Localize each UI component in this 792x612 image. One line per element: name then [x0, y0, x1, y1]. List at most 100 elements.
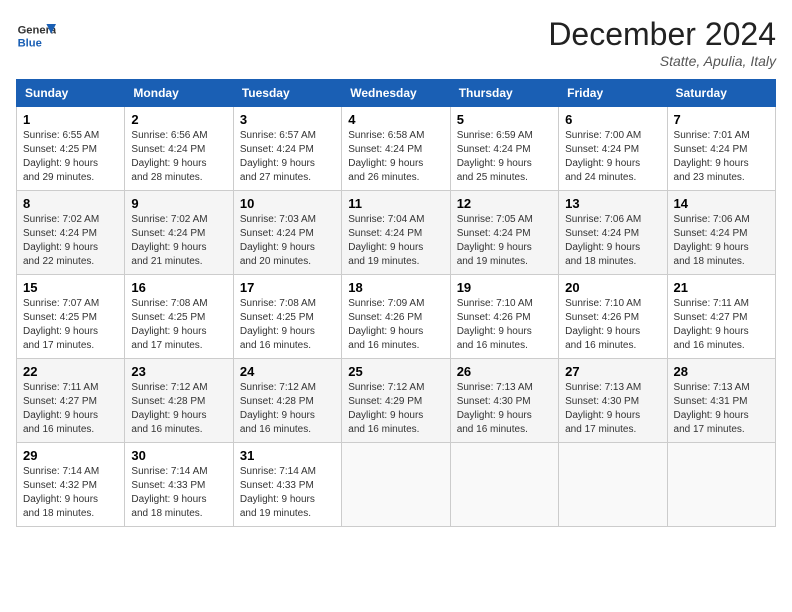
calendar-header-row: SundayMondayTuesdayWednesdayThursdayFrid…	[17, 80, 776, 107]
day-number: 15	[23, 280, 118, 295]
day-info: Sunrise: 6:55 AMSunset: 4:25 PMDaylight:…	[23, 129, 118, 185]
day-info: Sunrise: 7:03 AMSunset: 4:24 PMDaylight:…	[240, 213, 335, 269]
calendar-cell	[342, 443, 450, 527]
calendar-cell: 16Sunrise: 7:08 AMSunset: 4:25 PMDayligh…	[125, 275, 233, 359]
week-row-1: 1Sunrise: 6:55 AMSunset: 4:25 PMDaylight…	[17, 107, 776, 191]
calendar-cell: 3 Sunrise: 6:57 AMSunset: 4:24 PMDaylight…	[233, 107, 341, 191]
calendar-table: SundayMondayTuesdayWednesdayThursdayFrid…	[16, 79, 776, 527]
day-header-friday: Friday	[559, 80, 667, 107]
calendar-body: 1Sunrise: 6:55 AMSunset: 4:25 PMDaylight…	[17, 107, 776, 527]
calendar-cell: 7 Sunrise: 7:01 AMSunset: 4:24 PMDaylight…	[667, 107, 775, 191]
day-number: 23	[131, 364, 226, 379]
day-number: 28	[674, 364, 769, 379]
calendar-cell: 24 Sunrise: 7:12 AMSunset: 4:28 PMDayligh…	[233, 359, 341, 443]
day-number: 18	[348, 280, 443, 295]
title-block: December 2024 Statte, Apulia, Italy	[548, 16, 776, 69]
day-number: 24	[240, 364, 335, 379]
day-number: 7	[674, 112, 769, 127]
day-info: Sunrise: 7:07 AMSunset: 4:25 PMDaylight:…	[23, 297, 118, 353]
day-header-thursday: Thursday	[450, 80, 558, 107]
day-number: 6	[565, 112, 660, 127]
calendar-cell: 14Sunrise: 7:06 AMSunset: 4:24 PMDayligh…	[667, 191, 775, 275]
day-info: Sunrise: 6:59 AMSunset: 4:24 PMDaylight:…	[457, 129, 552, 185]
logo: General Blue	[16, 16, 60, 56]
day-number: 9	[131, 196, 226, 211]
day-number: 20	[565, 280, 660, 295]
day-number: 29	[23, 448, 118, 463]
day-number: 22	[23, 364, 118, 379]
day-number: 31	[240, 448, 335, 463]
week-row-5: 29 Sunrise: 7:14 AMSunset: 4:32 PMDayligh…	[17, 443, 776, 527]
svg-text:Blue: Blue	[18, 37, 42, 49]
calendar-cell: 23 Sunrise: 7:12 AMSunset: 4:28 PMDayligh…	[125, 359, 233, 443]
day-info: Sunrise: 7:10 AMSunset: 4:26 PMDaylight:…	[457, 297, 552, 353]
day-number: 10	[240, 196, 335, 211]
day-header-tuesday: Tuesday	[233, 80, 341, 107]
calendar-cell: 12 Sunrise: 7:05 AMSunset: 4:24 PMDayligh…	[450, 191, 558, 275]
day-info: Sunrise: 7:08 AMSunset: 4:25 PMDaylight:…	[131, 297, 226, 353]
day-number: 2	[131, 112, 226, 127]
week-row-4: 22 Sunrise: 7:11 AMSunset: 4:27 PMDayligh…	[17, 359, 776, 443]
day-info: Sunrise: 7:08 AMSunset: 4:25 PMDaylight:…	[240, 297, 335, 353]
day-info: Sunrise: 7:12 AMSunset: 4:29 PMDaylight:…	[348, 381, 443, 437]
week-row-2: 8Sunrise: 7:02 AMSunset: 4:24 PMDaylight…	[17, 191, 776, 275]
day-header-saturday: Saturday	[667, 80, 775, 107]
day-info: Sunrise: 7:13 AMSunset: 4:30 PMDaylight:…	[457, 381, 552, 437]
calendar-cell: 30Sunrise: 7:14 AMSunset: 4:33 PMDayligh…	[125, 443, 233, 527]
day-info: Sunrise: 7:06 AMSunset: 4:24 PMDaylight:…	[565, 213, 660, 269]
day-number: 3	[240, 112, 335, 127]
week-row-3: 15 Sunrise: 7:07 AMSunset: 4:25 PMDayligh…	[17, 275, 776, 359]
day-header-wednesday: Wednesday	[342, 80, 450, 107]
calendar-cell	[667, 443, 775, 527]
calendar-cell: 26 Sunrise: 7:13 AMSunset: 4:30 PMDayligh…	[450, 359, 558, 443]
calendar-cell: 31Sunrise: 7:14 AMSunset: 4:33 PMDayligh…	[233, 443, 341, 527]
day-info: Sunrise: 7:04 AMSunset: 4:24 PMDaylight:…	[348, 213, 443, 269]
calendar-cell: 27 Sunrise: 7:13 AMSunset: 4:30 PMDayligh…	[559, 359, 667, 443]
day-number: 11	[348, 196, 443, 211]
day-number: 27	[565, 364, 660, 379]
day-info: Sunrise: 6:57 AMSunset: 4:24 PMDaylight:…	[240, 129, 335, 185]
day-info: Sunrise: 7:14 AMSunset: 4:32 PMDaylight:…	[23, 465, 118, 521]
day-info: Sunrise: 7:00 AMSunset: 4:24 PMDaylight:…	[565, 129, 660, 185]
day-info: Sunrise: 7:12 AMSunset: 4:28 PMDaylight:…	[131, 381, 226, 437]
calendar-cell: 15 Sunrise: 7:07 AMSunset: 4:25 PMDayligh…	[17, 275, 125, 359]
day-info: Sunrise: 7:02 AMSunset: 4:24 PMDaylight:…	[23, 213, 118, 269]
calendar-cell: 9 Sunrise: 7:02 AMSunset: 4:24 PMDaylight…	[125, 191, 233, 275]
day-info: Sunrise: 6:56 AMSunset: 4:24 PMDaylight:…	[131, 129, 226, 185]
calendar-cell: 19Sunrise: 7:10 AMSunset: 4:26 PMDayligh…	[450, 275, 558, 359]
day-info: Sunrise: 7:05 AMSunset: 4:24 PMDaylight:…	[457, 213, 552, 269]
day-info: Sunrise: 7:09 AMSunset: 4:26 PMDaylight:…	[348, 297, 443, 353]
day-number: 25	[348, 364, 443, 379]
day-number: 4	[348, 112, 443, 127]
day-number: 5	[457, 112, 552, 127]
day-info: Sunrise: 7:12 AMSunset: 4:28 PMDaylight:…	[240, 381, 335, 437]
month-title: December 2024	[548, 16, 776, 53]
day-info: Sunrise: 7:13 AMSunset: 4:30 PMDaylight:…	[565, 381, 660, 437]
calendar-cell: 8Sunrise: 7:02 AMSunset: 4:24 PMDaylight…	[17, 191, 125, 275]
day-header-sunday: Sunday	[17, 80, 125, 107]
day-number: 13	[565, 196, 660, 211]
calendar-cell: 5 Sunrise: 6:59 AMSunset: 4:24 PMDaylight…	[450, 107, 558, 191]
day-info: Sunrise: 7:02 AMSunset: 4:24 PMDaylight:…	[131, 213, 226, 269]
day-number: 21	[674, 280, 769, 295]
calendar-cell: 29 Sunrise: 7:14 AMSunset: 4:32 PMDayligh…	[17, 443, 125, 527]
calendar-cell: 21Sunrise: 7:11 AMSunset: 4:27 PMDayligh…	[667, 275, 775, 359]
calendar-cell: 2 Sunrise: 6:56 AMSunset: 4:24 PMDaylight…	[125, 107, 233, 191]
day-info: Sunrise: 7:13 AMSunset: 4:31 PMDaylight:…	[674, 381, 769, 437]
day-info: Sunrise: 7:06 AMSunset: 4:24 PMDaylight:…	[674, 213, 769, 269]
calendar-cell: 18 Sunrise: 7:09 AMSunset: 4:26 PMDayligh…	[342, 275, 450, 359]
day-info: Sunrise: 7:11 AMSunset: 4:27 PMDaylight:…	[23, 381, 118, 437]
calendar-cell: 22 Sunrise: 7:11 AMSunset: 4:27 PMDayligh…	[17, 359, 125, 443]
calendar-cell: 11 Sunrise: 7:04 AMSunset: 4:24 PMDayligh…	[342, 191, 450, 275]
calendar-cell: 13 Sunrise: 7:06 AMSunset: 4:24 PMDayligh…	[559, 191, 667, 275]
day-number: 26	[457, 364, 552, 379]
calendar-cell: 20 Sunrise: 7:10 AMSunset: 4:26 PMDayligh…	[559, 275, 667, 359]
location: Statte, Apulia, Italy	[548, 53, 776, 69]
day-info: Sunrise: 7:10 AMSunset: 4:26 PMDaylight:…	[565, 297, 660, 353]
calendar-cell	[450, 443, 558, 527]
day-info: Sunrise: 7:01 AMSunset: 4:24 PMDaylight:…	[674, 129, 769, 185]
day-number: 12	[457, 196, 552, 211]
day-header-monday: Monday	[125, 80, 233, 107]
calendar-cell: 28 Sunrise: 7:13 AMSunset: 4:31 PMDayligh…	[667, 359, 775, 443]
calendar-cell: 6 Sunrise: 7:00 AMSunset: 4:24 PMDaylight…	[559, 107, 667, 191]
